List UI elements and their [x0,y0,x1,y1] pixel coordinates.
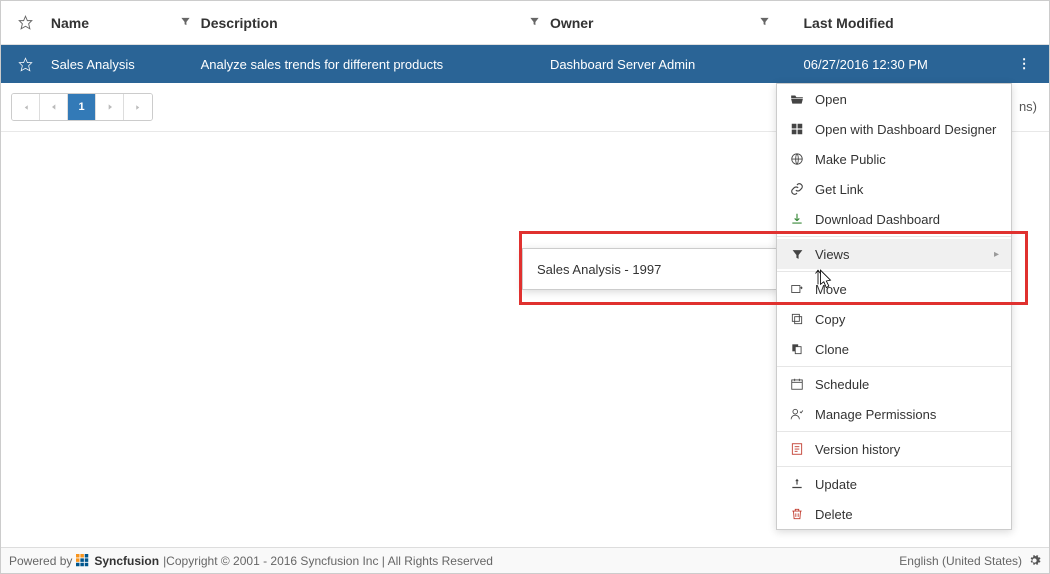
menu-copy[interactable]: Copy [777,304,1011,334]
menu-divider [777,431,1011,432]
menu-make-public[interactable]: Make Public [777,144,1011,174]
column-label: Owner [550,15,594,31]
menu-get-link[interactable]: Get Link [777,174,1011,204]
menu-label: Move [815,282,847,297]
pager-last-button[interactable] [124,94,152,120]
menu-label: Download Dashboard [815,212,940,227]
menu-label: Make Public [815,152,886,167]
menu-open[interactable]: Open [777,84,1011,114]
menu-version-history[interactable]: Version history [777,434,1011,464]
row-actions-button[interactable]: ⋮ [1018,56,1031,72]
clone-icon [789,341,805,357]
footer: Powered by Syncfusion |Copyright © 2001 … [1,547,1049,573]
pager: 1 [11,93,153,121]
description-column-header[interactable]: Description [201,15,550,31]
column-label: Name [51,15,89,31]
trash-icon [789,506,805,522]
owner-column-header[interactable]: Owner [550,15,780,31]
menu-label: Open [815,92,847,107]
submenu-item[interactable]: Sales Analysis - 1997 [537,262,661,277]
designer-icon [789,121,805,137]
menu-divider [777,366,1011,367]
chevron-right-icon: ▸ [994,249,999,260]
pager-prev-button[interactable] [40,94,68,120]
history-icon [789,441,805,457]
footer-copyright: |Copyright © 2001 - 2016 Syncfusion Inc … [163,554,493,568]
language-label: English (United States) [899,554,1022,568]
menu-label: Schedule [815,377,869,392]
pager-page-current[interactable]: 1 [68,94,96,120]
row-last-modified: 06/27/2016 12:30 PM [804,57,928,72]
menu-label: Copy [815,312,845,327]
pager-next-button[interactable] [96,94,124,120]
name-column-header[interactable]: Name [51,15,201,31]
menu-divider [777,271,1011,272]
brand[interactable]: Syncfusion [76,554,159,568]
table-header: Name Description Owner Last Modified [1,1,1049,45]
pager-summary-partial: ns) [1019,99,1037,114]
menu-update[interactable]: Update [777,469,1011,499]
folder-open-icon [789,91,805,107]
menu-label: Update [815,477,857,492]
gear-icon[interactable] [1028,554,1041,567]
menu-clone[interactable]: Clone [777,334,1011,364]
download-icon [789,211,805,227]
footer-powered-by: Powered by [9,554,72,568]
menu-move[interactable]: Move [777,274,1011,304]
favorite-column-header [1,15,51,30]
copy-icon [789,311,805,327]
column-label: Last Modified [804,15,894,31]
language-selector[interactable]: English (United States) [899,554,1041,568]
menu-open-with-designer[interactable]: Open with Dashboard Designer [777,114,1011,144]
last-modified-column-header[interactable]: Last Modified [780,15,1000,31]
favorite-cell[interactable] [1,57,51,72]
menu-label: Version history [815,442,900,457]
move-icon [789,281,805,297]
permissions-icon [789,406,805,422]
column-label: Description [201,15,278,31]
menu-delete[interactable]: Delete [777,499,1011,529]
menu-views[interactable]: Views ▸ [777,239,1011,269]
row-name[interactable]: Sales Analysis [51,57,135,72]
filter-icon [789,246,805,262]
menu-label: Open with Dashboard Designer [815,122,996,137]
filter-icon[interactable] [759,16,770,30]
pager-first-button[interactable] [12,94,40,120]
menu-label: Delete [815,507,853,522]
menu-label: Clone [815,342,849,357]
menu-label: Views [815,247,849,262]
row-context-menu: Open Open with Dashboard Designer Make P… [776,83,1012,530]
menu-download[interactable]: Download Dashboard [777,204,1011,234]
menu-label: Manage Permissions [815,407,936,422]
star-icon[interactable] [18,57,33,72]
views-submenu: Sales Analysis - 1997 [522,248,778,290]
table-row[interactable]: Sales Analysis Analyze sales trends for … [1,45,1049,83]
menu-label: Get Link [815,182,863,197]
filter-icon[interactable] [529,16,540,30]
update-icon [789,476,805,492]
menu-permissions[interactable]: Manage Permissions [777,399,1011,429]
row-description: Analyze sales trends for different produ… [201,57,444,72]
syncfusion-logo-icon [76,554,90,568]
calendar-icon [789,376,805,392]
menu-schedule[interactable]: Schedule [777,369,1011,399]
menu-divider [777,236,1011,237]
row-owner: Dashboard Server Admin [550,57,695,72]
brand-name: Syncfusion [94,554,159,568]
filter-icon[interactable] [180,16,191,30]
star-icon [18,15,33,30]
menu-divider [777,466,1011,467]
link-icon [789,181,805,197]
globe-icon [789,151,805,167]
